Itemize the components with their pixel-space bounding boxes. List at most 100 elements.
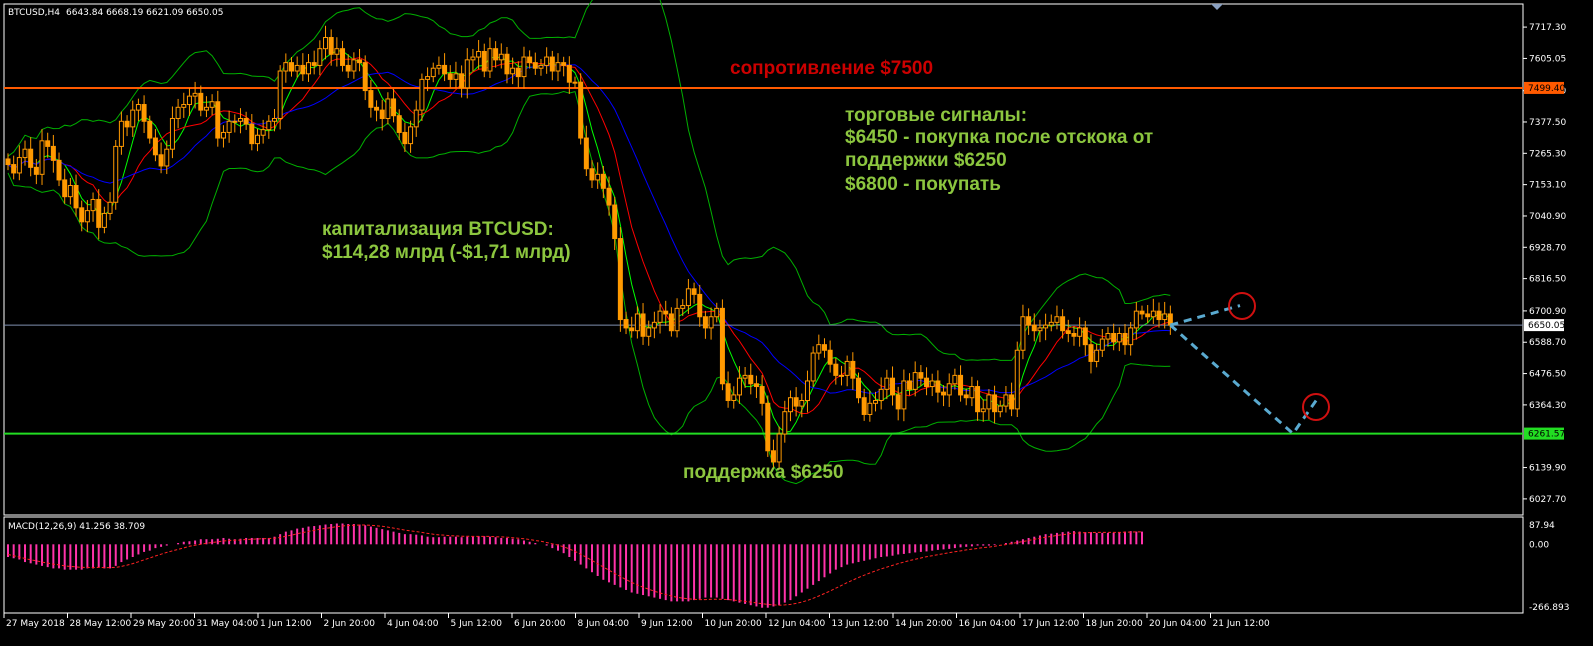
time-tick-label: 6 Jun 20:00 (514, 619, 566, 629)
capitalization-title: капитализация BTCUSD: (322, 219, 554, 240)
candle-body (16, 157, 22, 174)
candle-body (861, 397, 867, 415)
candle-body (941, 391, 947, 396)
candle-body (856, 377, 861, 399)
candle-body (929, 380, 935, 388)
candle-body (430, 67, 436, 78)
time-tick-label: 13 Jun 12:00 (832, 619, 889, 629)
candle-body (453, 73, 459, 80)
candle-body (413, 109, 419, 128)
candle-body (878, 388, 884, 402)
candle-body (890, 377, 896, 396)
symbol-label: BTCUSD,H4 (8, 8, 60, 18)
candle-body (175, 106, 181, 119)
candle-body (113, 145, 119, 203)
candle-body (11, 164, 17, 174)
candle-body (555, 62, 561, 72)
candle-body (1133, 310, 1139, 329)
candle-body (844, 360, 850, 376)
candle-body (1156, 310, 1162, 321)
candle-body (833, 363, 839, 376)
candle-body (1003, 394, 1009, 407)
candle-body (90, 198, 96, 212)
candle-body (130, 109, 136, 128)
candle-body (357, 59, 363, 64)
macd-label: MACD(12,26,9) 41.256 38.709 (8, 522, 145, 532)
candle-body (152, 137, 158, 156)
candle-body (220, 131, 226, 139)
candle-body (391, 98, 397, 117)
candle-body (1162, 313, 1168, 321)
candle-body (135, 104, 141, 111)
candle-body (1082, 327, 1088, 346)
candle-body (646, 327, 652, 337)
candle-body (629, 327, 635, 332)
candle-body (1037, 327, 1043, 332)
candle-body (975, 386, 981, 413)
candle-body (515, 67, 521, 78)
candle-body (544, 56, 550, 66)
candle-body (1060, 316, 1066, 332)
candle-body (351, 59, 357, 72)
candle-body (328, 37, 334, 55)
candle-body (617, 238, 623, 321)
candle-body (96, 198, 102, 228)
macd-tick-label: -266.893 (1529, 603, 1569, 613)
candle-body (821, 344, 827, 351)
time-tick-label: 20 Jun 04:00 (1149, 619, 1206, 629)
candle-body (1048, 321, 1054, 326)
candle-body (385, 98, 391, 119)
candle-body (799, 400, 805, 407)
candle-body (237, 117, 243, 122)
candle-body (736, 377, 742, 396)
time-tick-label: 29 May 20:00 (133, 619, 195, 629)
price-tick-label: 6700.90 (1529, 307, 1566, 317)
candle-body (958, 374, 964, 396)
price-tick-label: 7265.30 (1529, 149, 1566, 159)
candle-body (283, 62, 289, 72)
candle-body (816, 344, 822, 354)
candle-body (765, 402, 771, 452)
price-tick-label: 6588.70 (1529, 338, 1566, 348)
candle-body (776, 433, 782, 463)
candle-body (396, 115, 402, 133)
candle-body (28, 148, 34, 168)
candle-body (249, 123, 255, 145)
candle-body (657, 310, 663, 323)
candle-body (804, 380, 810, 402)
candle-body (141, 104, 147, 122)
candle-body (470, 56, 476, 61)
candle-body (725, 383, 731, 402)
candle-body (1094, 349, 1100, 362)
candle-body (289, 62, 294, 72)
candle-body (1105, 332, 1111, 340)
candle-body (186, 95, 192, 106)
time-tick-label: 16 Jun 04:00 (959, 619, 1016, 629)
main-chart-frame (3, 3, 1524, 516)
candle-body (198, 92, 204, 111)
time-tick-label: 10 Jun 20:00 (705, 619, 762, 629)
candle-body (1054, 316, 1060, 323)
candle-body (748, 374, 754, 385)
candle-body (935, 380, 941, 393)
candle-body (969, 386, 975, 399)
candle-body (640, 313, 646, 337)
price-tick-label: 6476.50 (1529, 370, 1566, 380)
time-tick-label: 21 Jun 12:00 (1213, 619, 1270, 629)
candle-body (1099, 338, 1105, 351)
signal-2: $6800 - покупать (845, 174, 1001, 195)
candle-body (107, 201, 113, 214)
candle-body (907, 380, 913, 390)
candle-body (532, 62, 538, 69)
candle-body (895, 394, 901, 410)
candle-body (952, 374, 958, 385)
candle-body (101, 212, 107, 228)
candle-body (425, 76, 431, 80)
level-current-label: 6650.05 (1528, 321, 1565, 331)
candle-body (124, 120, 130, 128)
candle-body (583, 137, 589, 170)
candle-body (266, 120, 272, 131)
candle-body (838, 374, 844, 377)
candle-body (379, 109, 385, 119)
candle-body (1065, 330, 1071, 334)
